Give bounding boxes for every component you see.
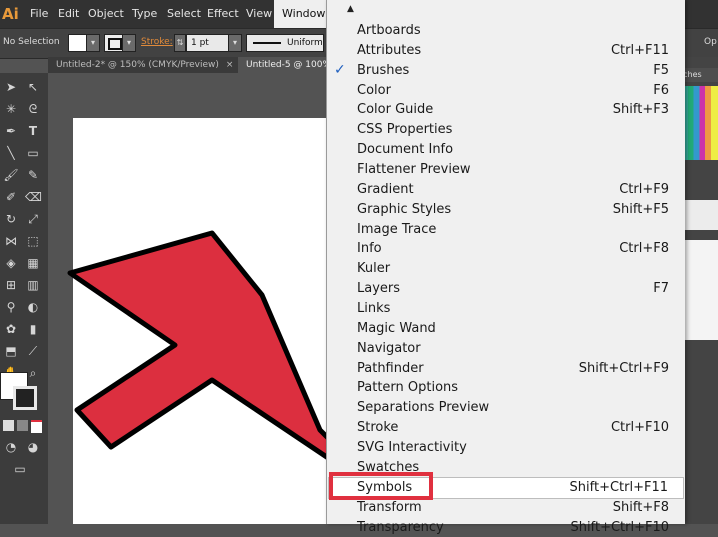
menu-item-label: Image Trace	[357, 222, 436, 237]
menu-item-label: Pattern Options	[357, 380, 458, 395]
menu-item-transform[interactable]: Transform Shift+F8	[327, 498, 685, 518]
menu-item-label: Artboards	[357, 23, 421, 38]
menu-item-graphic-styles[interactable]: Graphic Styles Shift+F5	[327, 200, 685, 220]
menu-item-shortcut: Shift+F5	[613, 202, 669, 217]
menu-item-links[interactable]: Links	[327, 299, 685, 319]
menu-item-label: SVG Interactivity	[357, 440, 467, 455]
checkmark-icon: ✓	[334, 62, 346, 78]
menu-item-flattener-preview[interactable]: Flattener Preview	[327, 160, 685, 180]
menu-item-label: Gradient	[357, 182, 414, 197]
menu-item-label: Stroke	[357, 420, 398, 435]
menu-item-pattern-options[interactable]: Pattern Options	[327, 378, 685, 398]
menu-item-label: Brushes	[357, 63, 409, 78]
menu-item-kuler[interactable]: Kuler	[327, 259, 685, 279]
menu-item-attributes[interactable]: Attributes Ctrl+F11	[327, 41, 685, 61]
menu-item-label: Color	[357, 83, 391, 98]
menu-item-shortcut: Ctrl+F10	[611, 420, 669, 435]
menu-item-artboards[interactable]: Artboards	[327, 21, 685, 41]
menu-item-shortcut: Ctrl+F8	[619, 241, 669, 256]
menu-item-color-guide[interactable]: Color Guide Shift+F3	[327, 100, 685, 120]
menu-item-label: CSS Properties	[357, 122, 452, 137]
menu-item-gradient[interactable]: Gradient Ctrl+F9	[327, 180, 685, 200]
menu-item-label: Flattener Preview	[357, 162, 471, 177]
menu-item-shortcut: F6	[653, 83, 669, 98]
menu-item-label: Links	[357, 301, 390, 316]
menu-item-image-trace[interactable]: Image Trace	[327, 220, 685, 240]
menu-item-magic-wand[interactable]: Magic Wand	[327, 319, 685, 339]
menu-scroll-up[interactable]: ▲	[327, 0, 685, 22]
menu-item-color[interactable]: Color F6	[327, 81, 685, 101]
menu-item-shortcut: F5	[653, 63, 669, 78]
menu-item-svg-interactivity[interactable]: SVG Interactivity	[327, 438, 685, 458]
menu-item-pathfinder[interactable]: Pathfinder Shift+Ctrl+F9	[327, 359, 685, 379]
menu-item-label: Graphic Styles	[357, 202, 451, 217]
menu-item-separations-preview[interactable]: Separations Preview	[327, 398, 685, 418]
menu-item-label: Transparency	[357, 520, 444, 535]
symbols-highlight-box	[329, 472, 433, 500]
menu-item-shortcut: Shift+Ctrl+F10	[571, 520, 669, 535]
menu-item-shortcut: Shift+F3	[613, 102, 669, 117]
scroll-up-icon: ▲	[347, 4, 354, 14]
menu-item-stroke[interactable]: Stroke Ctrl+F10	[327, 418, 685, 438]
window-menu-dropdown: ▲ Artboards Attributes Ctrl+F11 ✓ Brushes F…	[326, 0, 685, 524]
menu-item-document-info[interactable]: Document Info	[327, 140, 685, 160]
menu-item-label: Layers	[357, 281, 400, 296]
menu-item-label: Separations Preview	[357, 400, 489, 415]
menu-item-shortcut: Shift+F8	[613, 500, 669, 515]
menu-item-label: Attributes	[357, 43, 421, 58]
menu-item-label: Info	[357, 241, 382, 256]
red-arrow-shape	[70, 233, 355, 476]
menu-item-transparency[interactable]: Transparency Shift+Ctrl+F10	[327, 518, 685, 537]
menu-item-navigator[interactable]: Navigator	[327, 339, 685, 359]
menu-item-shortcut: Ctrl+F9	[619, 182, 669, 197]
menu-item-label: Kuler	[357, 261, 390, 276]
menu-item-brushes[interactable]: ✓ Brushes F5	[327, 61, 685, 81]
menu-item-label: Pathfinder	[357, 361, 424, 376]
menu-item-label: Color Guide	[357, 102, 433, 117]
menu-item-info[interactable]: Info Ctrl+F8	[327, 239, 685, 259]
menu-item-layers[interactable]: Layers F7	[327, 279, 685, 299]
menu-item-css-properties[interactable]: CSS Properties	[327, 120, 685, 140]
menu-item-shortcut: F7	[653, 281, 669, 296]
menu-item-label: Magic Wand	[357, 321, 436, 336]
menu-item-shortcut: Ctrl+F11	[611, 43, 669, 58]
menu-item-label: Transform	[357, 500, 422, 515]
menu-item-label: Document Info	[357, 142, 453, 157]
menu-item-label: Navigator	[357, 341, 421, 356]
menu-item-shortcut: Shift+Ctrl+F9	[579, 361, 669, 376]
menu-item-shortcut: Shift+Ctrl+F11	[570, 480, 668, 495]
